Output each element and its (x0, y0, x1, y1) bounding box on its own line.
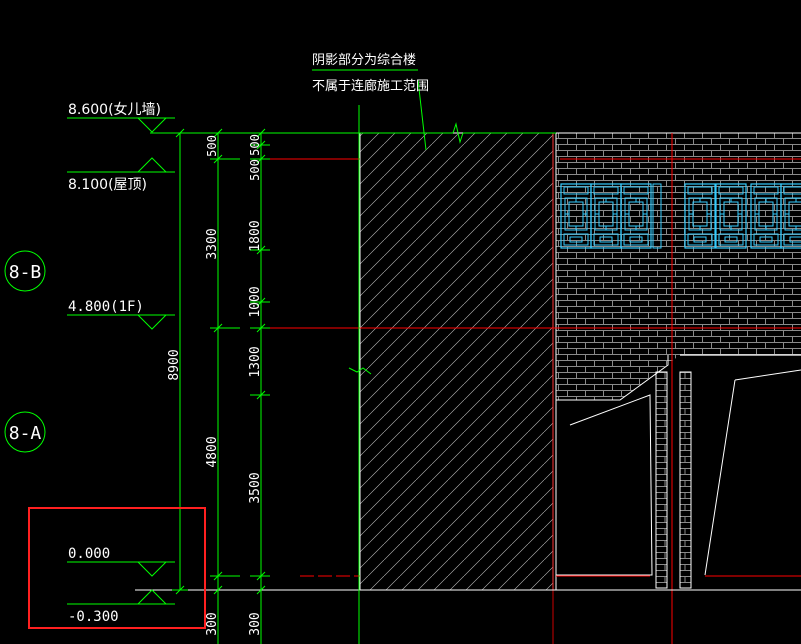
elevation-marker-1f (67, 314, 175, 330)
dim-text-right-1300: 1300 (248, 346, 263, 377)
dim-text-total: 8900 (167, 349, 182, 380)
dim-text-left-3300: 3300 (205, 228, 220, 259)
dim-text-left-500: 500 (205, 135, 219, 157)
dimension-chain-left (210, 128, 240, 644)
dim-text-right-500b: 500 (248, 159, 262, 181)
annotation-line-1: 阴影部分为综合楼 (312, 53, 416, 68)
elevation-label-bottom: -0.300 (68, 609, 119, 625)
brick-wall-upper (556, 133, 801, 355)
elevation-marker-parapet (67, 117, 175, 133)
brick-column-2 (680, 372, 691, 588)
lower-opening-slope-left (556, 394, 653, 576)
grid-axis-8b-label: 8-B (9, 262, 42, 283)
dim-text-right-1800: 1800 (248, 220, 263, 251)
dim-text-left-4800: 4800 (205, 436, 220, 467)
elevation-label-parapet: 8.600(女儿墙) (68, 101, 161, 118)
grid-axis-8b: 8-B (4, 250, 46, 292)
dim-text-right-300: 300 (248, 612, 263, 635)
annotation-line-2: 不属于连廊施工范围 (312, 78, 429, 94)
dim-text-left-300: 300 (205, 612, 220, 635)
elevation-marker-ground (67, 561, 175, 577)
dimension-chain-right (250, 128, 270, 644)
hatched-building-area (360, 133, 553, 590)
elevation-label-roof: 8.100(屋顶) (68, 177, 147, 193)
elevation-marker-roof (67, 157, 175, 173)
dim-text-right-3500: 3500 (248, 472, 263, 503)
dim-text-right-1000: 1000 (248, 286, 263, 317)
elevation-marker-bottom (67, 589, 175, 605)
brick-column-1 (656, 372, 667, 588)
elevation-label-1f: 4.800(1F) (68, 299, 144, 315)
elevation-drawing: 8-B 8-A 阴影部分为综合楼 不属于连廊施工范围 8.600(女儿墙) 8.… (4, 53, 801, 644)
lower-opening-slope-right (734, 369, 801, 381)
grid-axis-8a-label: 8-A (9, 423, 42, 444)
dim-text-right-500a: 500 (248, 134, 262, 156)
elevation-label-ground: 0.000 (68, 546, 110, 562)
grid-axis-8a: 8-A (4, 411, 46, 453)
